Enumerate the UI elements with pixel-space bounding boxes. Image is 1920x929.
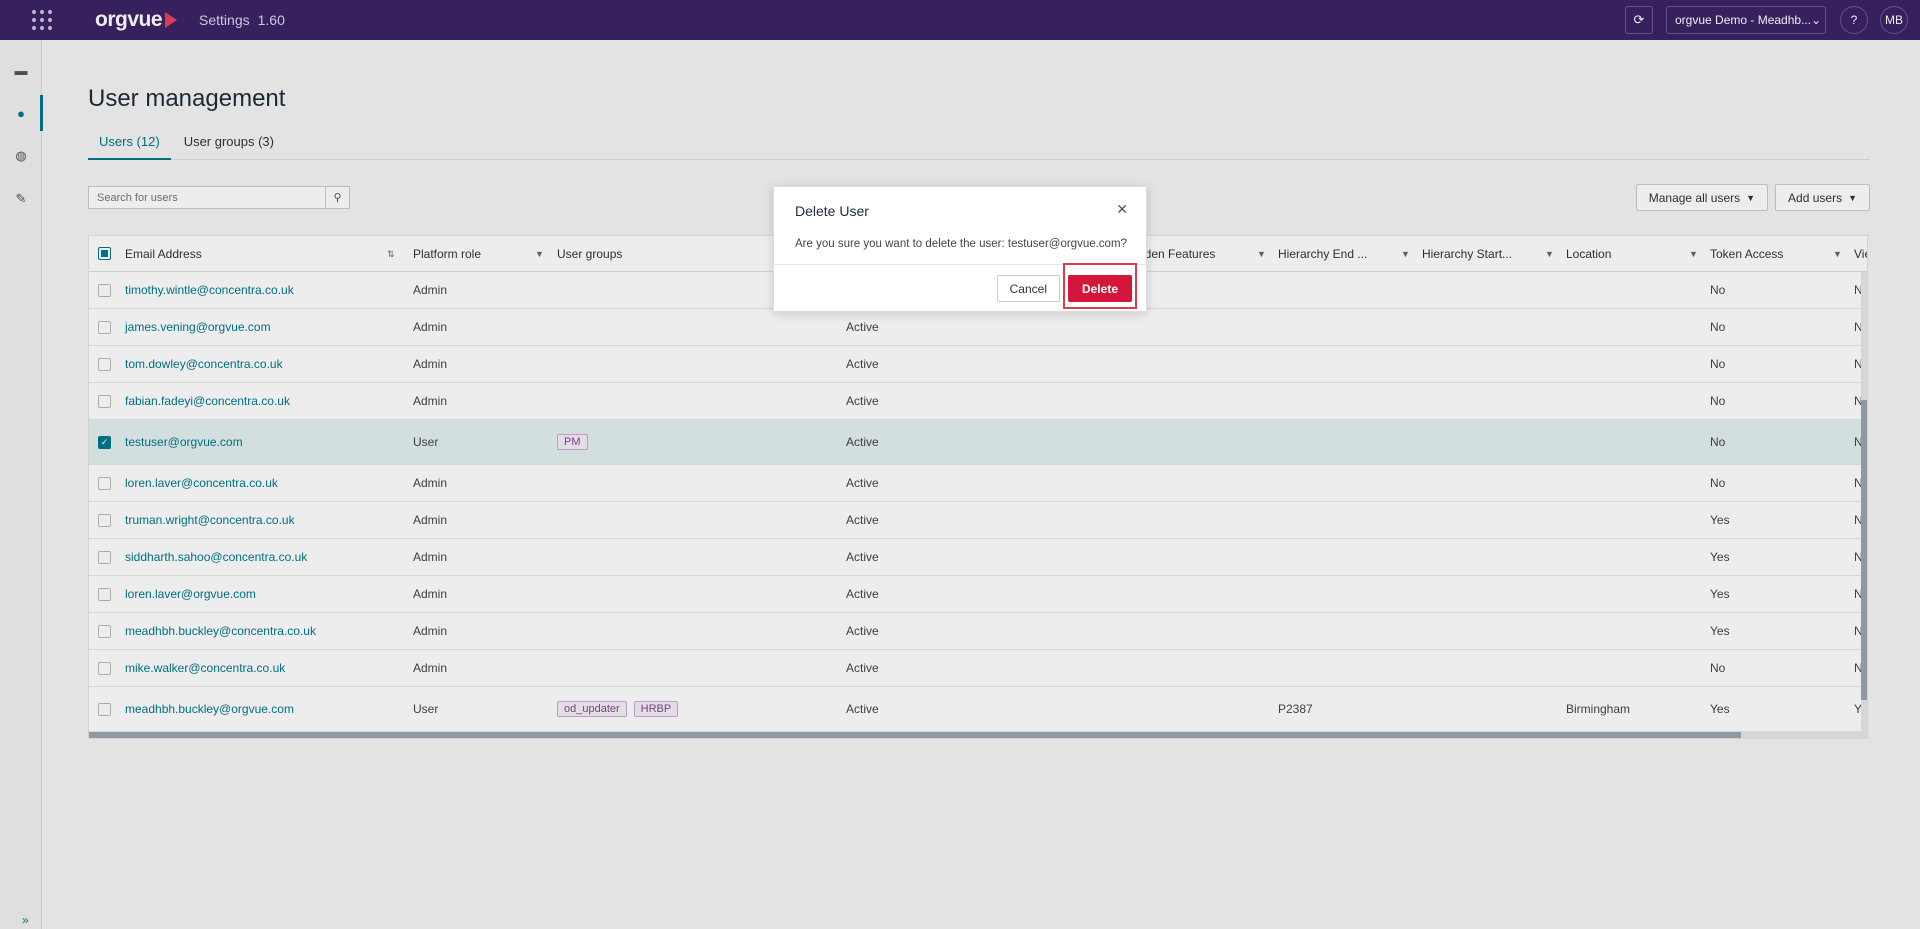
modal-backdrop (0, 0, 1920, 929)
cancel-button[interactable]: Cancel (996, 275, 1060, 302)
dialog-title: Delete User (795, 203, 869, 219)
dialog-message: Are you sure you want to delete the user… (795, 238, 1127, 250)
close-icon[interactable]: ✕ (1116, 201, 1128, 218)
delete-button-highlight (1063, 263, 1137, 309)
